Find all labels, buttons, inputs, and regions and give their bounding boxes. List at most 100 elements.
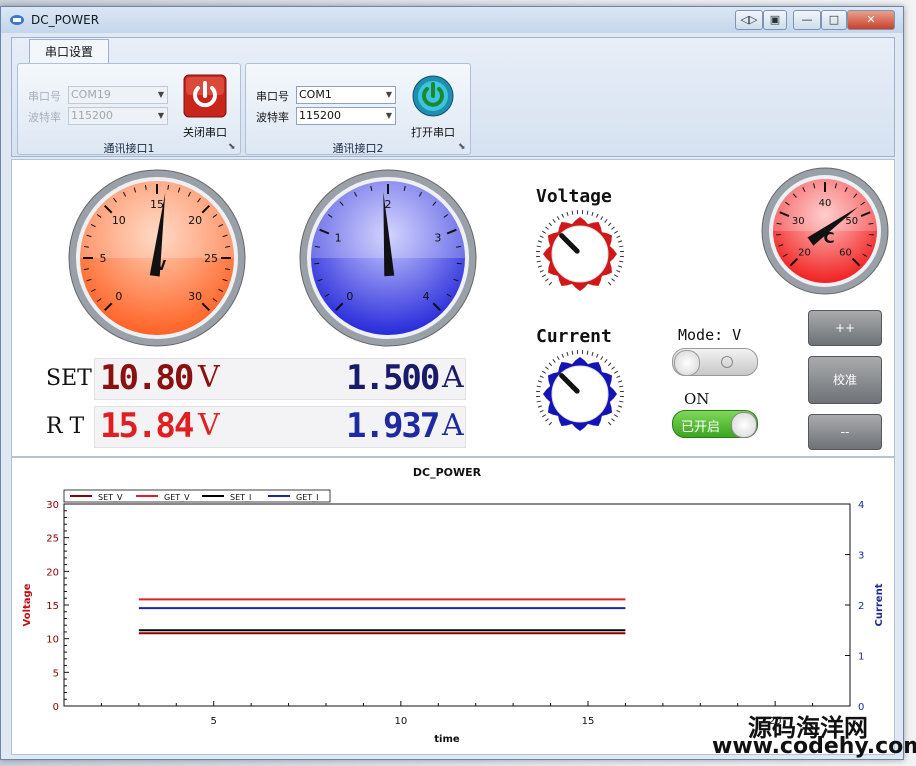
knob-tick	[616, 235, 621, 239]
gauge-tick-label: 3	[434, 231, 441, 244]
port-select-2[interactable]: COM1 ▼	[296, 86, 396, 104]
baud-select-2[interactable]: 115200 ▼	[296, 107, 396, 125]
group-port-1: 串口号 波特率 COM19 ▼ 115200 ▼ 关闭串口 通讯接口1 ⬊	[17, 63, 241, 155]
legend-label: GET_I	[296, 493, 319, 502]
app-icon	[10, 15, 24, 25]
knob-tick	[604, 219, 608, 223]
knob-tick	[591, 211, 594, 216]
knob-tick	[591, 351, 594, 356]
gauge-tick-label: 15	[150, 198, 164, 211]
knob-tick	[537, 380, 542, 383]
group-label-1: 通讯接口1	[103, 142, 155, 155]
knob-tick	[561, 353, 565, 358]
knob-tick	[536, 385, 541, 388]
knob-tick	[619, 245, 624, 248]
knob-tick	[548, 222, 553, 227]
group-port-2: 串口号 波特率 COM1 ▼ 115200 ▼ 打开串口 通讯接口2 ⬊	[245, 63, 471, 155]
minimize-button[interactable]: —	[793, 10, 821, 30]
dialog-launcher-icon[interactable]: ⬊	[458, 142, 466, 152]
set-current-display: 1.500	[346, 358, 440, 398]
voltage-knob-label: Voltage	[536, 186, 612, 207]
decrease-button[interactable]: --	[808, 414, 882, 450]
rt-label: R T	[46, 414, 85, 439]
close-port-button[interactable]: 关闭串口	[170, 74, 240, 140]
open-port-label: 打开串口	[411, 126, 455, 139]
output-switch[interactable]: 已开启	[672, 410, 758, 438]
knob-tick	[571, 350, 574, 355]
baud-label-1: 波特率	[28, 111, 61, 124]
knob-tick	[552, 219, 556, 223]
copy-button[interactable]: ▣	[763, 10, 787, 30]
knob-tick	[616, 409, 621, 413]
gauge-tick-label: 0	[346, 290, 353, 303]
knob-tick	[619, 260, 624, 263]
app-window: DC_POWER ◁▷ ▣ — □ ✕ 串口设置 串口号 波特率 COM19 ▼ …	[0, 6, 904, 760]
port-value-2: COM1	[299, 88, 332, 101]
x-tick-label: 10	[394, 716, 407, 727]
set-current-unit: A	[442, 360, 464, 395]
legend-label: GET_V	[164, 493, 190, 502]
port-value-1: COM19	[71, 88, 111, 101]
y2-tick-label: 2	[858, 601, 864, 612]
chart-title: DC_POWER	[413, 466, 482, 479]
knob-tick	[607, 222, 612, 227]
knob-tick	[542, 370, 547, 374]
knob-tick	[542, 274, 547, 278]
knob-tick	[586, 210, 589, 215]
on-label: ON	[684, 390, 710, 408]
dialog-launcher-icon[interactable]: ⬊	[228, 142, 236, 152]
window-title: DC_POWER	[31, 13, 100, 27]
knob-tick	[618, 265, 623, 268]
chevron-down-icon: ▼	[385, 111, 392, 120]
knob-tick	[604, 359, 608, 363]
voltage-knob[interactable]	[532, 206, 628, 302]
y-tick-label: 20	[46, 567, 59, 578]
knob-tick	[613, 414, 618, 418]
knob-tick	[607, 421, 612, 426]
y2-axis-label: Current	[874, 583, 885, 626]
chevron-down-icon: ▼	[157, 111, 164, 120]
knob-tick	[619, 400, 624, 403]
y-tick-label: 30	[46, 500, 59, 511]
y-tick-label: 25	[46, 534, 59, 545]
power-icon	[412, 75, 454, 117]
knob-tick	[548, 421, 553, 426]
port-select-1[interactable]: COM19 ▼	[68, 86, 168, 104]
close-button[interactable]: ✕	[847, 10, 895, 30]
knob-tick	[607, 281, 612, 286]
rt-current-display: 1.937	[346, 406, 440, 446]
mode-toggle[interactable]	[672, 348, 758, 376]
calibrate-button[interactable]: 校准	[808, 356, 882, 404]
y-tick-label: 10	[46, 635, 59, 646]
set-voltage-unit: V	[198, 360, 220, 395]
mode-label: Mode: V	[678, 326, 742, 344]
baud-label-2: 波特率	[256, 111, 289, 124]
knob-tick	[616, 269, 621, 273]
gauge-tick-label: 40	[819, 198, 832, 209]
open-port-button[interactable]: 打开串口	[398, 74, 468, 140]
voltage-gauge: 051015202530V	[68, 169, 246, 347]
rt-current-unit: A	[442, 408, 464, 443]
knob-tick	[552, 359, 556, 363]
gauge-tick-label: 60	[839, 248, 852, 259]
knob-tick	[613, 370, 618, 374]
gauge-tick-label: 30	[792, 216, 805, 227]
y2-tick-label: 1	[858, 652, 864, 663]
knob-tick	[613, 274, 618, 278]
legend-label: SET_V	[98, 493, 123, 502]
nav-arrows-button[interactable]: ◁▷	[735, 10, 763, 30]
knob-tick	[536, 400, 541, 403]
gauge-tick-label: 0	[115, 290, 122, 303]
knob-tick	[611, 278, 615, 282]
knob-tick	[556, 216, 560, 221]
tab-serial-settings[interactable]: 串口设置	[29, 39, 109, 64]
port-label-2: 串口号	[256, 90, 289, 103]
current-knob[interactable]	[532, 346, 628, 442]
increase-button[interactable]: ++	[808, 310, 882, 346]
output-switch-text: 已开启	[681, 420, 721, 435]
watermark-url: www.codehy.com	[712, 734, 916, 759]
maximize-button[interactable]: □	[821, 10, 847, 30]
dashboard-panel: 0 5 10 15 20 25 30 V 01234 20 30 40 50 60 C SET R T …	[11, 159, 895, 457]
title-bar[interactable]: DC_POWER ◁▷ ▣ — □ ✕	[1, 7, 903, 33]
baud-select-1[interactable]: 115200 ▼	[68, 107, 168, 125]
